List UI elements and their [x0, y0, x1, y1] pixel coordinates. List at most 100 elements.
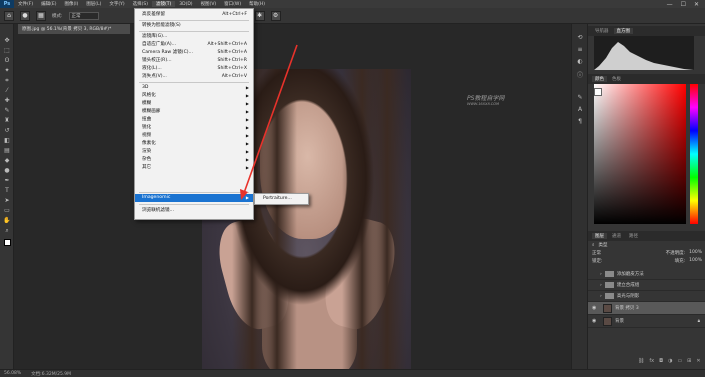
history-brush-icon[interactable]: ↺ [2, 126, 12, 135]
menu-window[interactable]: 窗口(W) [220, 1, 245, 7]
menu-item-stylize[interactable]: 风格化 ▶ [135, 92, 253, 100]
opacity-value[interactable]: 100% [689, 250, 702, 256]
document-tab[interactable]: 原图.jpg @ 56.1%(背景 拷贝 3, RGB/8#)* [18, 24, 130, 34]
new-layer-icon[interactable]: ⊞ [687, 358, 691, 364]
tab-channels[interactable]: 通道 [609, 233, 624, 239]
menu-3d[interactable]: 3D(D) [175, 2, 196, 7]
paragraph-panel-icon[interactable]: ¶ [575, 118, 585, 127]
chevron-right-icon[interactable]: › [600, 272, 602, 277]
hue-slider[interactable] [690, 84, 698, 224]
menu-item-last-filter[interactable]: 高反差保留 Alt+Ctrl+F [135, 11, 253, 19]
brush-panel-icon[interactable]: ✎ [575, 94, 585, 103]
eye-icon[interactable]: ◉ [592, 305, 600, 311]
tab-histogram[interactable]: 直方图 [613, 28, 633, 34]
foreground-color-icon[interactable] [2, 238, 12, 247]
eyedropper-icon[interactable]: ⁄ [2, 86, 12, 95]
path-select-icon[interactable]: ➤ [2, 196, 12, 205]
menu-item-noise[interactable]: 杂色 ▶ [135, 156, 253, 164]
menu-item-lens-correction[interactable]: 镜头校正(R)... Shift+Ctrl+R [135, 57, 253, 65]
gradient-tool-icon[interactable]: ▤ [2, 146, 12, 155]
move-tool-icon[interactable]: ✥ [2, 36, 12, 45]
menu-type[interactable]: 文字(Y) [105, 1, 128, 7]
mask-icon[interactable]: ◘ [659, 358, 663, 364]
type-tool-icon[interactable]: T [2, 186, 12, 195]
eraser-icon[interactable]: ◧ [2, 136, 12, 145]
menu-item-blur-gallery[interactable]: 模糊画廊 ▶ [135, 108, 253, 116]
marquee-tool-icon[interactable]: ⬚ [2, 46, 12, 55]
eye-icon[interactable]: ◉ [592, 318, 600, 324]
menu-item-filter-gallery[interactable]: 滤镜库(G)... [135, 33, 253, 41]
tab-paths[interactable]: 路径 [626, 233, 641, 239]
brush-settings-icon[interactable]: ▦ [36, 10, 46, 21]
brush-tool-icon[interactable]: ✎ [2, 106, 12, 115]
pen-tool-icon[interactable]: ✒ [2, 176, 12, 185]
menu-item-adaptive-wide-angle[interactable]: 自适应广角(A)... Alt+Shift+Ctrl+A [135, 41, 253, 49]
link-icon[interactable]: ⛓︎ [638, 358, 644, 364]
blend-mode-select[interactable]: 正常 [592, 250, 601, 256]
trash-icon[interactable]: ✕ [696, 358, 700, 364]
menu-view[interactable]: 视图(V) [197, 1, 221, 7]
layer-kind-select[interactable]: 类型 [599, 242, 608, 248]
minimize-icon[interactable]: — [667, 1, 673, 8]
dodge-tool-icon[interactable]: ● [2, 166, 12, 175]
menu-item-sharpen[interactable]: 锐化 ▶ [135, 124, 253, 132]
brush-preset-icon[interactable]: ● [20, 10, 30, 21]
healing-brush-icon[interactable]: ✚ [2, 96, 12, 105]
menu-filter[interactable]: 滤镜(T) [151, 1, 176, 7]
color-field[interactable] [594, 84, 686, 224]
menu-file[interactable]: 文件(F) [14, 1, 37, 7]
tab-navigator[interactable]: 导航器 [592, 28, 612, 34]
menu-item-other[interactable]: 其它 ▶ [135, 164, 253, 172]
info-panel-icon[interactable]: ⓘ [575, 70, 585, 79]
menu-item-imagenomic[interactable]: Imagenomic ▶ [135, 194, 253, 202]
magic-wand-icon[interactable]: ✦ [2, 66, 12, 75]
menu-item-pixelate[interactable]: 像素化 ▶ [135, 140, 253, 148]
close-icon[interactable]: ✕ [694, 1, 699, 8]
chevron-right-icon[interactable]: › [600, 294, 602, 299]
crop-tool-icon[interactable]: ⌗ [2, 76, 12, 85]
menu-help[interactable]: 帮助(H) [245, 1, 269, 7]
chevron-right-icon[interactable]: › [600, 283, 602, 288]
shape-tool-icon[interactable]: ▭ [2, 206, 12, 215]
tab-swatches[interactable]: 色板 [609, 76, 624, 82]
layer-row[interactable]: › 添加磨皮方法 [588, 269, 705, 280]
menu-item-portraiture[interactable]: Portraiture... [263, 196, 292, 201]
menu-item-browse-online-filters[interactable]: 浏览联机滤镜... [135, 207, 253, 215]
menu-item-convert-smart-filters[interactable]: 转换为智能滤镜(S) [135, 22, 253, 30]
menu-item-blur[interactable]: 模糊 ▶ [135, 100, 253, 108]
adjustment-icon[interactable]: ◑ [668, 358, 672, 364]
menu-item-camera-raw[interactable]: Camera Raw 滤镜(C)... Shift+Ctrl+A [135, 49, 253, 57]
new-group-icon[interactable]: ▭ [677, 358, 682, 364]
menu-item-distort[interactable]: 扭曲 ▶ [135, 116, 253, 124]
tab-layers[interactable]: 图层 [592, 233, 607, 239]
menu-edit[interactable]: 编辑(E) [37, 1, 60, 7]
menu-item-vanishing-point[interactable]: 消失点(V)... Alt+Ctrl+V [135, 73, 253, 81]
properties-panel-icon[interactable]: ≡ [575, 46, 585, 55]
menu-item-liquify[interactable]: 液化(L)... Shift+Ctrl+X [135, 65, 253, 73]
fx-icon[interactable]: fx [649, 358, 654, 364]
home-icon[interactable]: ⌂ [4, 10, 14, 21]
history-panel-icon[interactable]: ⟲ [575, 34, 585, 43]
fill-value[interactable]: 100% [689, 258, 702, 264]
layer-row[interactable]: › 建立合成组 [588, 280, 705, 291]
foreground-swatch[interactable] [594, 88, 602, 96]
tab-color[interactable]: 颜色 [592, 76, 607, 82]
maximize-icon[interactable]: ☐ [681, 1, 686, 8]
hand-tool-icon[interactable]: ✋ [2, 216, 12, 225]
menu-image[interactable]: 图像(I) [60, 1, 82, 7]
layer-row[interactable]: › 高光与阴影 [588, 291, 705, 302]
layer-row[interactable]: ◉ 背景 🔒︎ [588, 315, 705, 328]
menu-item-3d[interactable]: 3D ▶ [135, 84, 253, 92]
character-panel-icon[interactable]: A [575, 106, 585, 115]
layer-row[interactable]: ◉ 背景 拷贝 3 [588, 302, 705, 315]
airbrush-icon[interactable]: ✱ [254, 10, 265, 21]
mode-select[interactable]: 正常 [68, 11, 99, 20]
menu-layer[interactable]: 图层(L) [82, 1, 105, 7]
clone-stamp-icon[interactable]: ♜ [2, 116, 12, 125]
lasso-tool-icon[interactable]: ʘ [2, 56, 12, 65]
menu-item-render[interactable]: 渲染 ▶ [135, 148, 253, 156]
zoom-tool-icon[interactable]: ⌕ [2, 226, 12, 235]
settings-icon[interactable]: ⚙ [270, 10, 281, 21]
menu-item-video[interactable]: 视频 ▶ [135, 132, 253, 140]
adjustments-panel-icon[interactable]: ◐ [575, 58, 585, 67]
